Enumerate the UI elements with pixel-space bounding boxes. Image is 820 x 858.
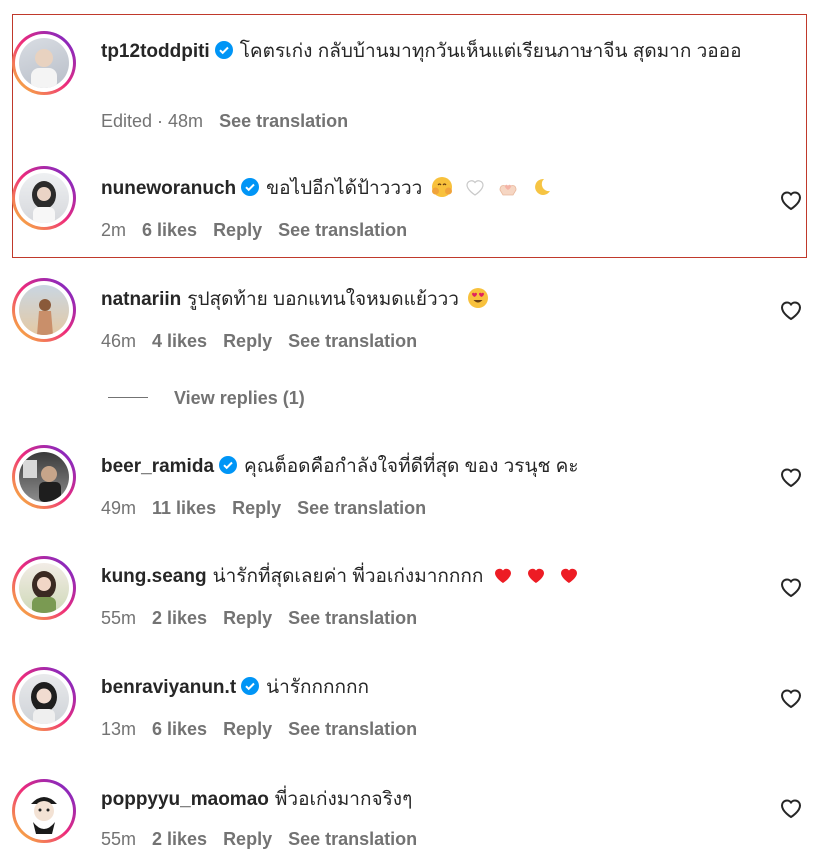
comment-likes[interactable]: 11 likes <box>152 498 216 518</box>
comment-time: Edited · 48m <box>101 111 204 131</box>
reply-button[interactable]: Reply <box>223 719 272 739</box>
comment-likes[interactable]: 2 likes <box>152 608 207 628</box>
heart-hands-icon <box>499 184 517 196</box>
comment-text: น่ารักกกกกก <box>266 677 370 698</box>
comment-likes[interactable]: 2 likes <box>152 829 207 849</box>
avatar[interactable] <box>12 278 76 342</box>
comment-username[interactable]: nuneworanuch <box>101 178 236 199</box>
hug-emoji-icon <box>431 177 452 197</box>
like-heart-icon[interactable] <box>779 299 803 321</box>
see-translation-button[interactable]: See translation <box>278 220 407 240</box>
comment-username[interactable]: natnariin <box>101 289 181 310</box>
comment-time: 55m <box>101 829 137 849</box>
like-heart-icon[interactable] <box>779 466 803 488</box>
see-translation-button[interactable]: See translation <box>219 111 348 131</box>
heart-eyes-emoji-icon <box>468 288 489 308</box>
avatar[interactable] <box>12 556 76 620</box>
comment-text: พี่วอเก่งมากจริงๆ <box>274 789 413 810</box>
comment-text: น่ารักที่สุดเลยค่า พี่วอเก่งมากกกก <box>212 566 484 587</box>
comment-username[interactable]: beer_ramida <box>101 456 214 477</box>
red-heart-icon <box>527 568 544 583</box>
see-translation-button[interactable]: See translation <box>288 608 417 628</box>
see-translation-button[interactable]: See translation <box>297 498 426 518</box>
comment-time: 13m <box>101 719 137 739</box>
verified-badge-icon <box>241 677 260 695</box>
comment-likes[interactable]: 4 likes <box>152 331 207 351</box>
comment-time: 46m <box>101 331 137 351</box>
view-replies-label[interactable]: View replies (1) <box>174 388 305 408</box>
avatar[interactable] <box>12 667 76 731</box>
comment-username[interactable]: benraviyanun.t <box>101 677 236 698</box>
comment-likes[interactable]: 6 likes <box>142 220 197 240</box>
comment-username[interactable]: kung.seang <box>101 566 207 587</box>
avatar[interactable] <box>12 166 76 230</box>
verified-badge-icon <box>241 178 260 196</box>
crescent-moon-icon <box>535 178 551 195</box>
reply-button[interactable]: Reply <box>213 220 262 240</box>
comment-likes[interactable]: 6 likes <box>152 719 207 739</box>
verified-badge-icon <box>219 456 238 474</box>
see-translation-button[interactable]: See translation <box>288 829 417 849</box>
reply-button[interactable]: Reply <box>223 829 272 849</box>
white-heart-icon <box>466 180 484 196</box>
avatar[interactable] <box>12 779 76 843</box>
avatar[interactable] <box>12 445 76 509</box>
comment-time: 55m <box>101 608 137 628</box>
verified-badge-icon <box>214 41 233 59</box>
red-heart-icon <box>494 568 511 583</box>
view-replies-button[interactable]: View replies (1) <box>108 388 305 409</box>
comment-time: 2m <box>101 220 127 240</box>
replies-divider <box>108 397 148 398</box>
see-translation-button[interactable]: See translation <box>288 719 417 739</box>
see-translation-button[interactable]: See translation <box>288 331 417 351</box>
like-heart-icon[interactable] <box>779 797 803 819</box>
comment-text: โคตรเก่ง กลับบ้านมาทุกวันเห็นแต่เรียนภาษ… <box>239 41 742 62</box>
comment-text: คุณต็อดคือกำลังใจที่ดีที่สุด ของ วรนุช ค… <box>244 456 579 477</box>
comment-username[interactable]: tp12toddpiti <box>101 41 210 62</box>
reply-button[interactable]: Reply <box>232 498 281 518</box>
comment-username[interactable]: poppyyu_maomao <box>101 789 269 810</box>
comment-time: 49m <box>101 498 137 518</box>
red-heart-icon <box>561 568 578 583</box>
like-heart-icon[interactable] <box>779 687 803 709</box>
reply-button[interactable]: Reply <box>223 331 272 351</box>
like-heart-icon[interactable] <box>779 189 803 211</box>
like-heart-icon[interactable] <box>779 576 803 598</box>
comment-text: ขอไปอีกได้ป้าวววว <box>266 178 423 199</box>
avatar[interactable] <box>12 31 76 95</box>
comment-text: รูปสุดท้าย บอกแทนใจหมดแย้ววว <box>187 289 459 310</box>
reply-button[interactable]: Reply <box>223 608 272 628</box>
